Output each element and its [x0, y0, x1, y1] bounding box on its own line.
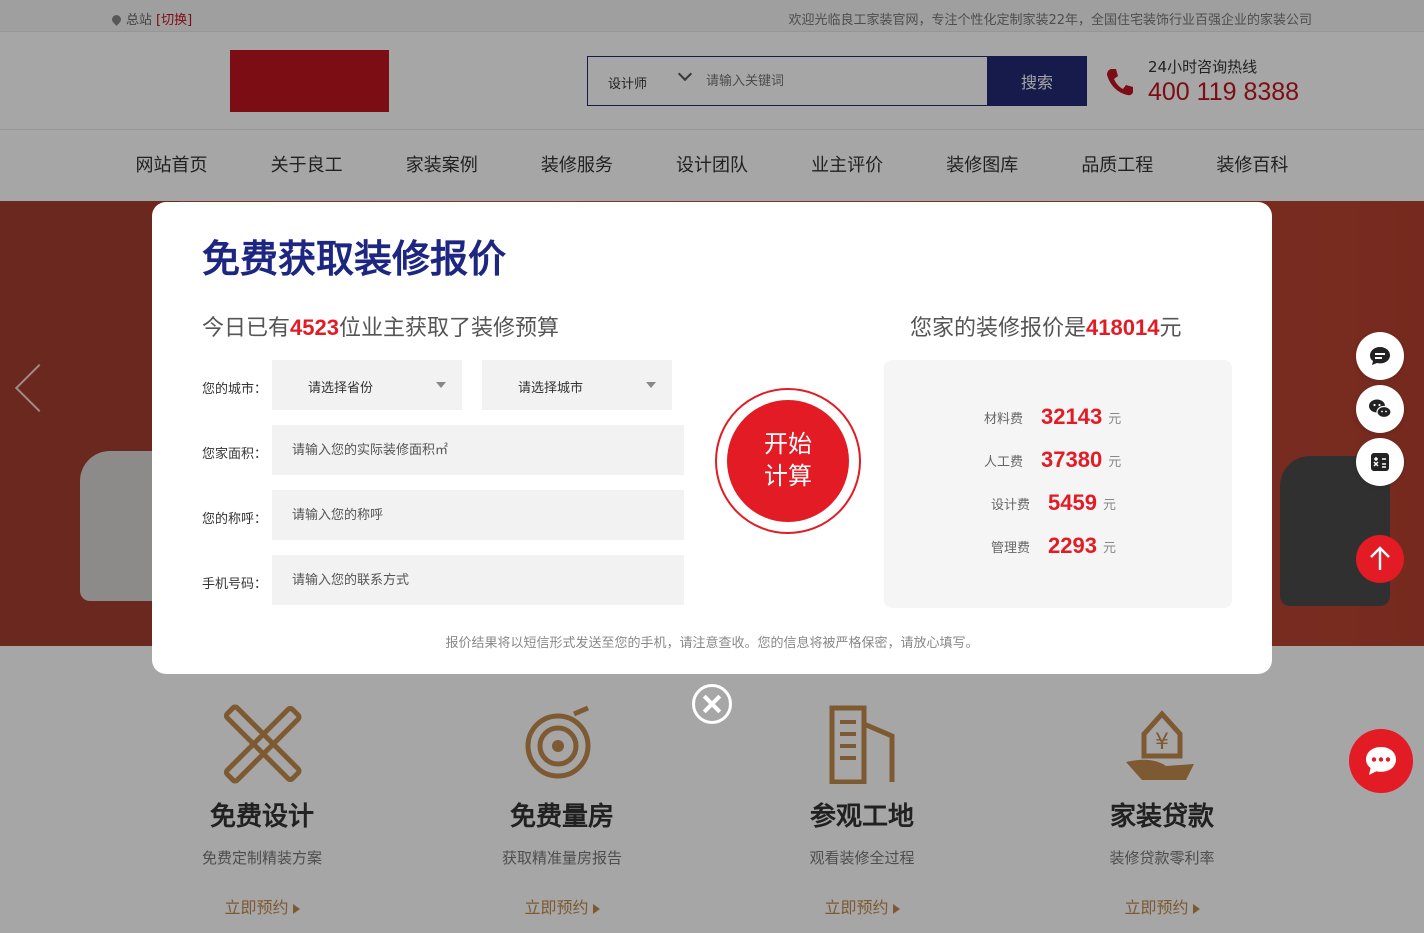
caret-down-icon — [646, 382, 656, 388]
province-select-value: 请选择省份 — [308, 381, 374, 396]
result-label: 人工费 — [984, 454, 1024, 470]
result-item-labor: 人工费 37380 元 — [984, 447, 1121, 473]
modal-subtitle: 今日已有4523位业主获取了装修预算 — [202, 310, 559, 342]
city-label: 您的城市： — [202, 382, 268, 397]
owner-count: 4523 — [290, 315, 339, 340]
result-title: 您家的装修报价是418014元 — [910, 310, 1181, 342]
calculator-icon — [1371, 453, 1389, 471]
result-total: 418014 — [1086, 315, 1160, 340]
city-select[interactable]: 请选择城市 — [482, 360, 672, 410]
result-unit: 元 — [1102, 497, 1116, 513]
calc-button-inner: 开始 计算 — [727, 400, 849, 522]
arrow-up-icon — [1370, 546, 1390, 570]
caret-down-icon — [436, 382, 446, 388]
modal-title-text: 免费获取装修报价 — [202, 237, 507, 281]
calc-label-line1: 开始 — [764, 430, 812, 458]
result-unit: 元 — [1108, 411, 1122, 427]
wechat-icon — [1369, 399, 1392, 419]
city-select-value: 请选择城市 — [518, 381, 584, 396]
result-label: 管理费 — [991, 540, 1031, 556]
result-value: 5459 — [1048, 490, 1097, 515]
result-item-management: 管理费 2293 元 — [991, 533, 1116, 559]
calc-label-line2: 计算 — [764, 462, 812, 490]
back-to-top-button[interactable] — [1356, 535, 1404, 583]
sub-suffix: 位业主获取了装修预算 — [338, 316, 559, 341]
result-label: 设计费 — [991, 497, 1031, 513]
name-input[interactable] — [272, 490, 684, 540]
area-label: 您家面积： — [202, 447, 268, 462]
result-panel: 材料费 32143 元 人工费 37380 元 设计费 5459 元 管理费 2293 元 — [884, 360, 1232, 608]
result-unit: 元 — [1102, 540, 1116, 556]
result-suffix: 元 — [1159, 316, 1182, 341]
province-select[interactable]: 请选择省份 — [272, 360, 462, 410]
phone-label: 手机号码： — [202, 577, 268, 592]
result-item-material: 材料费 32143 元 — [984, 404, 1121, 430]
quote-modal: 免费获取装修报价 今日已有4523位业主获取了装修预算 您的城市： 请选择省份 … — [152, 202, 1272, 674]
result-value: 37380 — [1041, 447, 1103, 472]
name-label: 您的称呼： — [202, 512, 268, 527]
sub-prefix: 今日已有 — [202, 316, 291, 341]
close-icon[interactable] — [692, 684, 732, 724]
privacy-notice: 报价结果将以短信形式发送至您的手机，请注意查收。您的信息将被严格保密，请放心填写… — [445, 636, 979, 651]
start-calculation-button[interactable]: 开始 计算 — [715, 388, 861, 534]
result-value: 32143 — [1041, 404, 1103, 429]
result-unit: 元 — [1108, 454, 1122, 470]
result-label: 材料费 — [984, 411, 1024, 427]
result-item-design: 设计费 5459 元 — [991, 490, 1116, 516]
result-value: 2293 — [1048, 533, 1097, 558]
phone-input[interactable] — [272, 555, 684, 605]
online-chat-button[interactable] — [1349, 729, 1413, 793]
message-button[interactable] — [1356, 332, 1404, 380]
modal-title: 免费获取装修报价 — [202, 228, 538, 283]
chat-icon — [1366, 747, 1396, 775]
message-icon — [1370, 347, 1390, 365]
wechat-button[interactable] — [1356, 385, 1404, 433]
result-prefix: 您家的装修报价是 — [910, 316, 1087, 341]
area-input[interactable] — [272, 425, 684, 475]
calculator-button[interactable] — [1356, 438, 1404, 486]
